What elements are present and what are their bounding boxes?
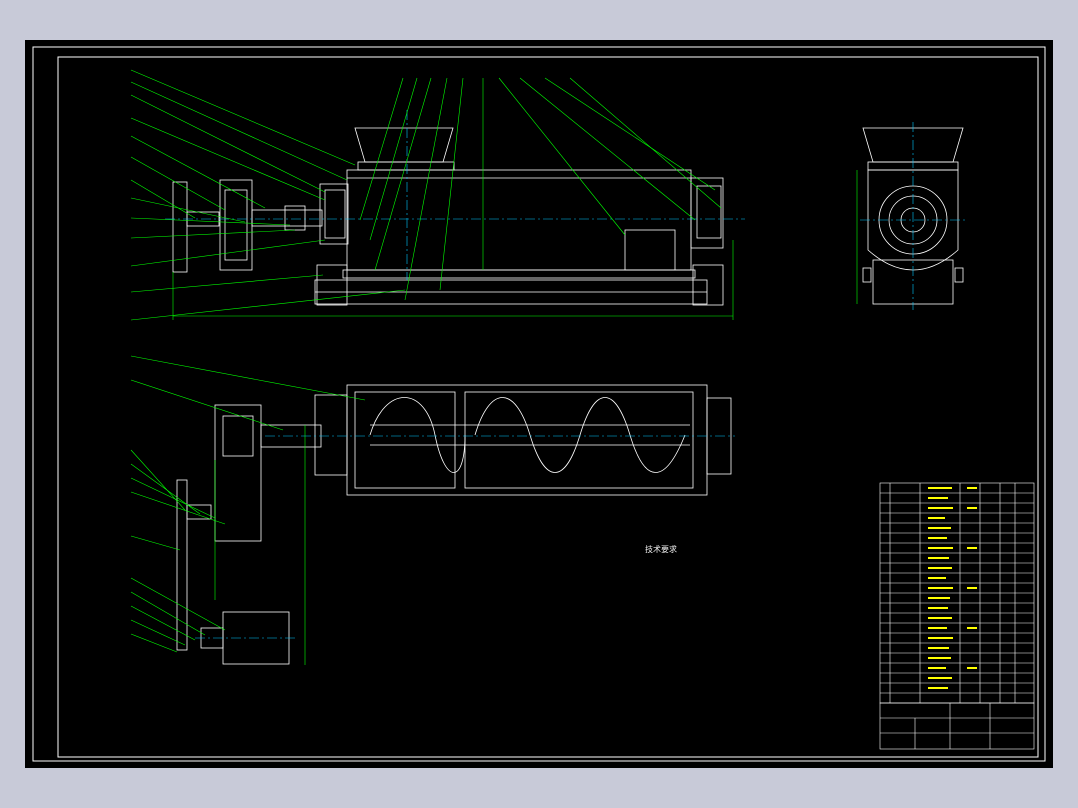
top-leaders [130, 355, 366, 665]
side-centerlines [860, 122, 967, 310]
cad-drawing [32, 46, 1046, 762]
technical-requirements-title: 技术要求 [645, 545, 677, 554]
top-view [176, 384, 732, 665]
front-leaders [130, 69, 722, 321]
parts-table-text [928, 487, 977, 689]
title-block [879, 702, 1035, 750]
border-outer [32, 46, 1046, 762]
drawing-sheet: 技术要求 [25, 40, 1053, 768]
parts-table [879, 482, 1035, 704]
